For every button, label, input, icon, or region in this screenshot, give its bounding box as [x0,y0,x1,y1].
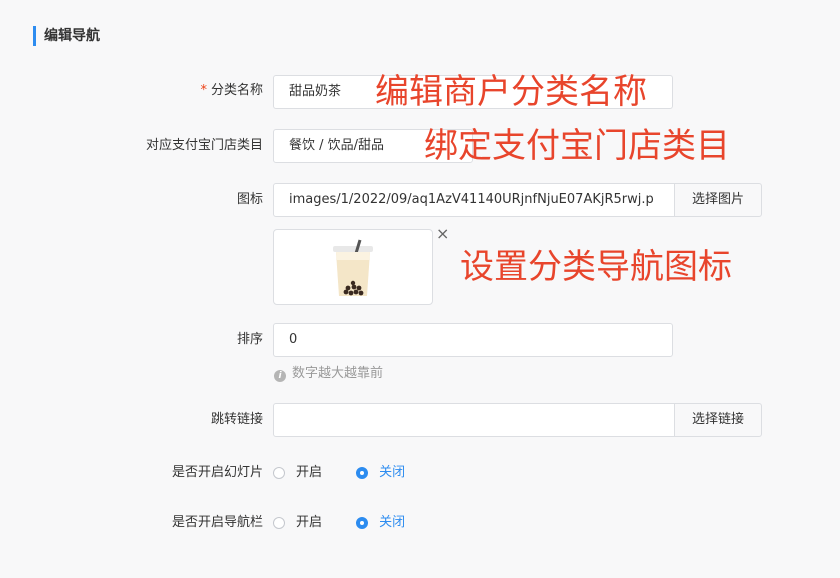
icon-preview [273,229,433,305]
radio-checked-icon [356,467,369,479]
category-label: 对应支付宝门店类目 [145,138,263,153]
icon-path-input[interactable]: images/1/2022/09/aq1AzV41140URjnfNjuE07A… [273,183,675,217]
link-input[interactable] [273,403,675,437]
milk-tea-icon [333,239,373,296]
slideshow-option-off[interactable]: 关闭 [356,463,405,483]
section-title: 编辑导航 [33,26,100,46]
remove-image-icon[interactable]: × [436,224,449,244]
annotation-category: 绑定支付宝门店类目 [424,126,730,166]
sort-label: 排序 [236,332,263,347]
navbar-option-on[interactable]: 开启 [273,513,322,533]
slideshow-radio-group: 开启 关闭 [273,463,435,483]
navbar-option-off[interactable]: 关闭 [356,513,405,533]
info-icon: i [274,370,286,382]
navbar-label: 是否开启导航栏 [171,515,263,530]
slideshow-label: 是否开启幻灯片 [171,465,263,480]
navbar-radio-group: 开启 关闭 [273,513,435,533]
sort-input[interactable]: 0 [273,323,673,357]
slideshow-option-on[interactable]: 开启 [273,463,322,483]
radio-circle-icon [273,517,285,529]
radio-checked-icon [356,517,369,529]
edit-nav-panel: 编辑导航 * 分类名称 甜品奶茶 编辑商户分类名称 对应支付宝门店类目 餐饮 / … [0,0,840,578]
link-label: 跳转链接 [210,412,263,427]
annotation-icon: 设置分类导航图标 [460,247,732,287]
name-label: * 分类名称 [200,83,263,98]
choose-image-button[interactable]: 选择图片 [674,183,762,217]
radio-circle-icon [273,467,285,479]
icon-label: 图标 [236,192,263,207]
sort-hint: i 数字越大越靠前 [274,365,383,383]
annotation-name: 编辑商户分类名称 [375,72,647,112]
required-mark: * [200,83,207,98]
choose-link-button[interactable]: 选择链接 [674,403,762,437]
